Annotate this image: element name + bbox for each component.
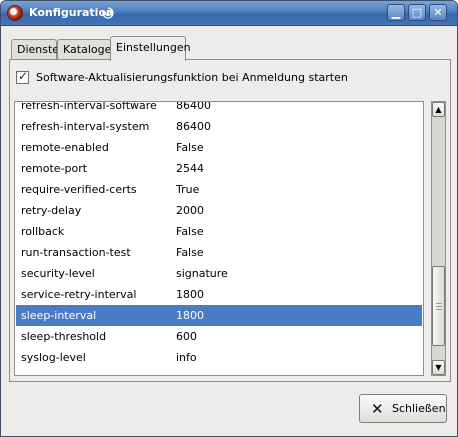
setting-key: remote-port bbox=[21, 162, 88, 175]
setting-key: refresh-interval-system bbox=[21, 120, 150, 133]
settings-row[interactable]: remote-enabled False bbox=[16, 137, 422, 158]
app-icon bbox=[7, 5, 23, 21]
close-icon: ✕ bbox=[371, 400, 384, 418]
setting-key: security-level bbox=[21, 267, 95, 280]
setting-value: info bbox=[176, 351, 197, 364]
settings-row[interactable]: syslog-level info bbox=[16, 347, 422, 368]
setting-value: 1800 bbox=[176, 309, 204, 322]
maximize-button[interactable]: □ bbox=[408, 4, 426, 21]
scroll-up-arrow-icon[interactable]: ▲ bbox=[432, 102, 445, 117]
setting-key: run-transaction-test bbox=[21, 246, 131, 259]
scroll-down-arrow-icon[interactable]: ▼ bbox=[432, 360, 445, 375]
autostart-label[interactable]: Software-Aktualisierungsfunktion bei Anm… bbox=[36, 71, 348, 84]
settings-row[interactable]: retry-delay 2000 bbox=[16, 200, 422, 221]
settings-panel: ✓ Software-Aktualisierungsfunktion bei A… bbox=[9, 59, 451, 382]
tab-dienste[interactable]: Dienste bbox=[11, 39, 59, 59]
grip-line bbox=[436, 309, 442, 310]
setting-value: 2544 bbox=[176, 162, 204, 175]
configuration-window: Konfiguration ▁ □ ✕ Dienste Kataloge Ein… bbox=[0, 0, 458, 437]
settings-row[interactable]: rollback False bbox=[16, 221, 422, 242]
window-close-button[interactable]: ✕ bbox=[429, 4, 447, 21]
setting-key: sleep-interval bbox=[21, 309, 97, 322]
setting-value: False bbox=[176, 246, 204, 259]
setting-key: refresh-interval-software bbox=[21, 101, 157, 112]
grip-line bbox=[436, 303, 442, 304]
setting-value: False bbox=[176, 225, 204, 238]
settings-row[interactable]: run-transaction-test False bbox=[16, 242, 422, 263]
close-button[interactable]: ✕ Schließen bbox=[359, 394, 447, 423]
swirl-icon bbox=[102, 7, 114, 19]
setting-key: require-verified-certs bbox=[21, 183, 137, 196]
vertical-scrollbar[interactable]: ▲ ▼ bbox=[431, 101, 446, 376]
settings-row[interactable]: sleep-threshold 600 bbox=[16, 326, 422, 347]
settings-list[interactable]: refresh-interval-software 86400 refresh-in… bbox=[14, 101, 424, 376]
close-button-label: Schließen bbox=[392, 402, 446, 415]
grip-line bbox=[436, 306, 442, 307]
tab-kataloge[interactable]: Kataloge bbox=[57, 39, 111, 59]
setting-key: retry-delay bbox=[21, 204, 82, 217]
setting-value: 600 bbox=[176, 330, 197, 343]
setting-value: 2000 bbox=[176, 204, 204, 217]
checkmark-icon: ✓ bbox=[18, 69, 29, 83]
settings-row[interactable]: remote-port 2544 bbox=[16, 158, 422, 179]
settings-row[interactable]: refresh-interval-system 86400 bbox=[16, 116, 422, 137]
setting-value: False bbox=[176, 141, 204, 154]
setting-value: 1800 bbox=[176, 288, 204, 301]
setting-key: syslog-level bbox=[21, 351, 86, 364]
autostart-checkbox[interactable]: ✓ bbox=[16, 69, 29, 84]
setting-key: remote-enabled bbox=[21, 141, 109, 154]
settings-row[interactable]: security-level signature bbox=[16, 263, 422, 284]
title-bar[interactable]: Konfiguration ▁ □ ✕ bbox=[1, 1, 457, 26]
tab-einstellungen[interactable]: Einstellungen bbox=[110, 36, 191, 61]
setting-key: service-retry-interval bbox=[21, 288, 137, 301]
minimize-button[interactable]: ▁ bbox=[387, 4, 405, 21]
setting-value: True bbox=[176, 183, 200, 196]
setting-value: 86400 bbox=[176, 120, 211, 133]
setting-value: 86400 bbox=[176, 101, 211, 112]
settings-row[interactable]: refresh-interval-software 86400 bbox=[16, 101, 422, 116]
setting-key: sleep-threshold bbox=[21, 330, 107, 343]
settings-row[interactable]: sleep-interval 1800 bbox=[16, 305, 422, 326]
scroll-thumb[interactable] bbox=[432, 266, 445, 346]
setting-value: signature bbox=[176, 267, 228, 280]
setting-key: rollback bbox=[21, 225, 65, 238]
settings-row[interactable]: service-retry-interval 1800 bbox=[16, 284, 422, 305]
settings-row[interactable]: require-verified-certs True bbox=[16, 179, 422, 200]
